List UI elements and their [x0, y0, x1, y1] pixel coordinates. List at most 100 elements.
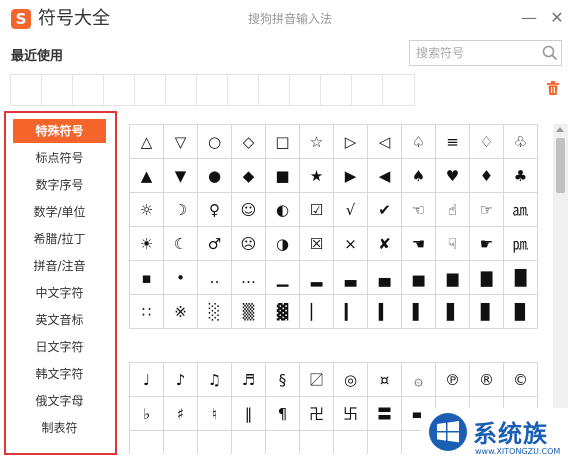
symbol-cell[interactable]: ♧ [503, 124, 538, 159]
symbol-cell[interactable]: ▽ [163, 124, 198, 159]
symbol-cell[interactable]: ♬ [231, 362, 266, 397]
search-icon[interactable] [542, 44, 558, 62]
symbol-cell[interactable] [129, 430, 164, 454]
symbol-cell[interactable]: ▍ [367, 294, 402, 329]
symbol-cell[interactable]: ¤ [367, 362, 402, 397]
symbol-cell[interactable]: ▊ [469, 294, 504, 329]
symbol-cell[interactable]: ▆ [435, 260, 470, 295]
symbol-cell[interactable]: ▷ [333, 124, 368, 159]
symbol-cell[interactable]: √ [333, 192, 368, 227]
symbol-cell[interactable]: © [503, 362, 538, 397]
symbol-cell[interactable]: ★ [299, 158, 334, 193]
symbol-cell[interactable]: ☑ [299, 192, 334, 227]
symbol-cell[interactable]: ▅ [401, 260, 436, 295]
symbol-cell[interactable]: ☟ [435, 226, 470, 261]
symbol-cell[interactable]: ▎ [333, 294, 368, 329]
recent-symbol-cell[interactable] [197, 75, 228, 105]
recent-symbol-cell[interactable] [73, 75, 104, 105]
symbol-cell[interactable]: 〼 [299, 362, 334, 397]
recent-symbol-cell[interactable] [321, 75, 352, 105]
symbol-cell[interactable]: ‖ [231, 396, 266, 431]
symbol-cell[interactable]: △ [129, 124, 164, 159]
symbol-cell[interactable]: ▃ [333, 260, 368, 295]
symbol-cell[interactable] [265, 430, 300, 454]
symbol-cell[interactable]: ▉ [503, 294, 538, 329]
symbol-cell[interactable]: ☛ [469, 226, 504, 261]
symbol-cell[interactable]: ♭ [129, 396, 164, 431]
category-item[interactable]: 日文字符 [13, 335, 106, 359]
category-item[interactable]: 英文音标 [13, 308, 106, 332]
symbol-cell[interactable]: ☾ [163, 226, 198, 261]
scrollbar[interactable] [553, 124, 568, 454]
symbol-cell[interactable]: ♥ [435, 158, 470, 193]
symbol-cell[interactable]: ≡ [435, 124, 470, 159]
symbol-cell[interactable]: ♩ [129, 362, 164, 397]
symbol-cell[interactable]: ○ [197, 124, 232, 159]
symbol-cell[interactable] [367, 430, 402, 454]
category-item[interactable]: 特殊符号 [13, 119, 106, 143]
symbol-cell[interactable]: ✘ [367, 226, 402, 261]
symbol-cell[interactable]: ◎ [333, 362, 368, 397]
symbol-cell[interactable]: ● [197, 158, 232, 193]
symbol-cell[interactable]: █ [503, 260, 538, 295]
symbol-cell[interactable]: ♮ [197, 396, 232, 431]
symbol-cell[interactable] [299, 430, 334, 454]
symbol-cell[interactable]: ▌ [401, 294, 436, 329]
symbol-cell[interactable]: ▂ [299, 260, 334, 295]
symbol-cell[interactable] [333, 430, 368, 454]
symbol-cell[interactable]: 卍 [299, 396, 334, 431]
symbol-cell[interactable]: ░ [197, 294, 232, 329]
symbol-cell[interactable]: ▓ [265, 294, 300, 329]
category-item[interactable]: 韩文字符 [13, 362, 106, 386]
symbol-cell[interactable]: ▏ [299, 294, 334, 329]
symbol-cell[interactable]: ▶ [333, 158, 368, 193]
symbol-cell[interactable]: × [333, 226, 368, 261]
symbol-cell[interactable]: ☺ [231, 192, 266, 227]
symbol-cell[interactable]: ♀ [197, 192, 232, 227]
recent-symbol-cell[interactable] [11, 75, 42, 105]
symbol-cell[interactable]: ◆ [231, 158, 266, 193]
close-button[interactable]: ✕ [548, 8, 566, 28]
scroll-up-arrow-icon[interactable] [556, 127, 564, 132]
symbol-cell[interactable]: ㏘ [503, 226, 538, 261]
symbol-cell[interactable]: ◑ [265, 226, 300, 261]
symbol-cell[interactable]: … [231, 260, 266, 295]
symbol-cell[interactable]: ♢ [469, 124, 504, 159]
symbol-cell[interactable]: ☝ [435, 192, 470, 227]
symbol-cell[interactable]: ۞ [401, 362, 436, 397]
symbol-cell[interactable]: ▒ [231, 294, 266, 329]
symbol-cell[interactable]: ☀ [129, 226, 164, 261]
symbol-cell[interactable]: □ [265, 124, 300, 159]
minimize-button[interactable]: — [520, 8, 538, 28]
category-item[interactable]: 标点符号 [13, 146, 106, 170]
symbol-cell[interactable]: ※ [163, 294, 198, 329]
symbol-cell[interactable]: ♪ [163, 362, 198, 397]
symbol-cell[interactable]: ◇ [231, 124, 266, 159]
symbol-cell[interactable]: 卐 [333, 396, 368, 431]
symbol-cell[interactable]: ® [469, 362, 504, 397]
recent-symbol-cell[interactable] [104, 75, 135, 105]
recent-symbol-cell[interactable] [259, 75, 290, 105]
symbol-cell[interactable]: ♯ [163, 396, 198, 431]
category-item[interactable]: 中文字符 [13, 281, 106, 305]
symbol-cell[interactable]: ▋ [435, 294, 470, 329]
recent-symbol-cell[interactable] [352, 75, 383, 105]
symbol-cell[interactable] [231, 430, 266, 454]
scroll-thumb[interactable] [556, 138, 565, 193]
symbol-cell[interactable]: § [265, 362, 300, 397]
symbol-cell[interactable]: ℗ [435, 362, 470, 397]
symbol-cell[interactable]: ■ [265, 158, 300, 193]
category-item[interactable]: 拼音/注音 [13, 254, 106, 278]
symbol-cell[interactable]: ☒ [299, 226, 334, 261]
symbol-cell[interactable]: ♂ [197, 226, 232, 261]
symbol-cell[interactable]: ▼ [163, 158, 198, 193]
category-item[interactable]: 希腊/拉丁 [13, 227, 106, 251]
symbol-cell[interactable] [163, 430, 198, 454]
symbol-cell[interactable]: ◁ [367, 124, 402, 159]
category-item[interactable]: 数字序号 [13, 173, 106, 197]
symbol-cell[interactable]: ☚ [401, 226, 436, 261]
symbol-cell[interactable]: ☆ [299, 124, 334, 159]
recent-symbol-cell[interactable] [383, 75, 414, 105]
symbol-cell[interactable]: ▪ [129, 260, 164, 295]
category-item[interactable]: 制表符 [13, 416, 106, 440]
